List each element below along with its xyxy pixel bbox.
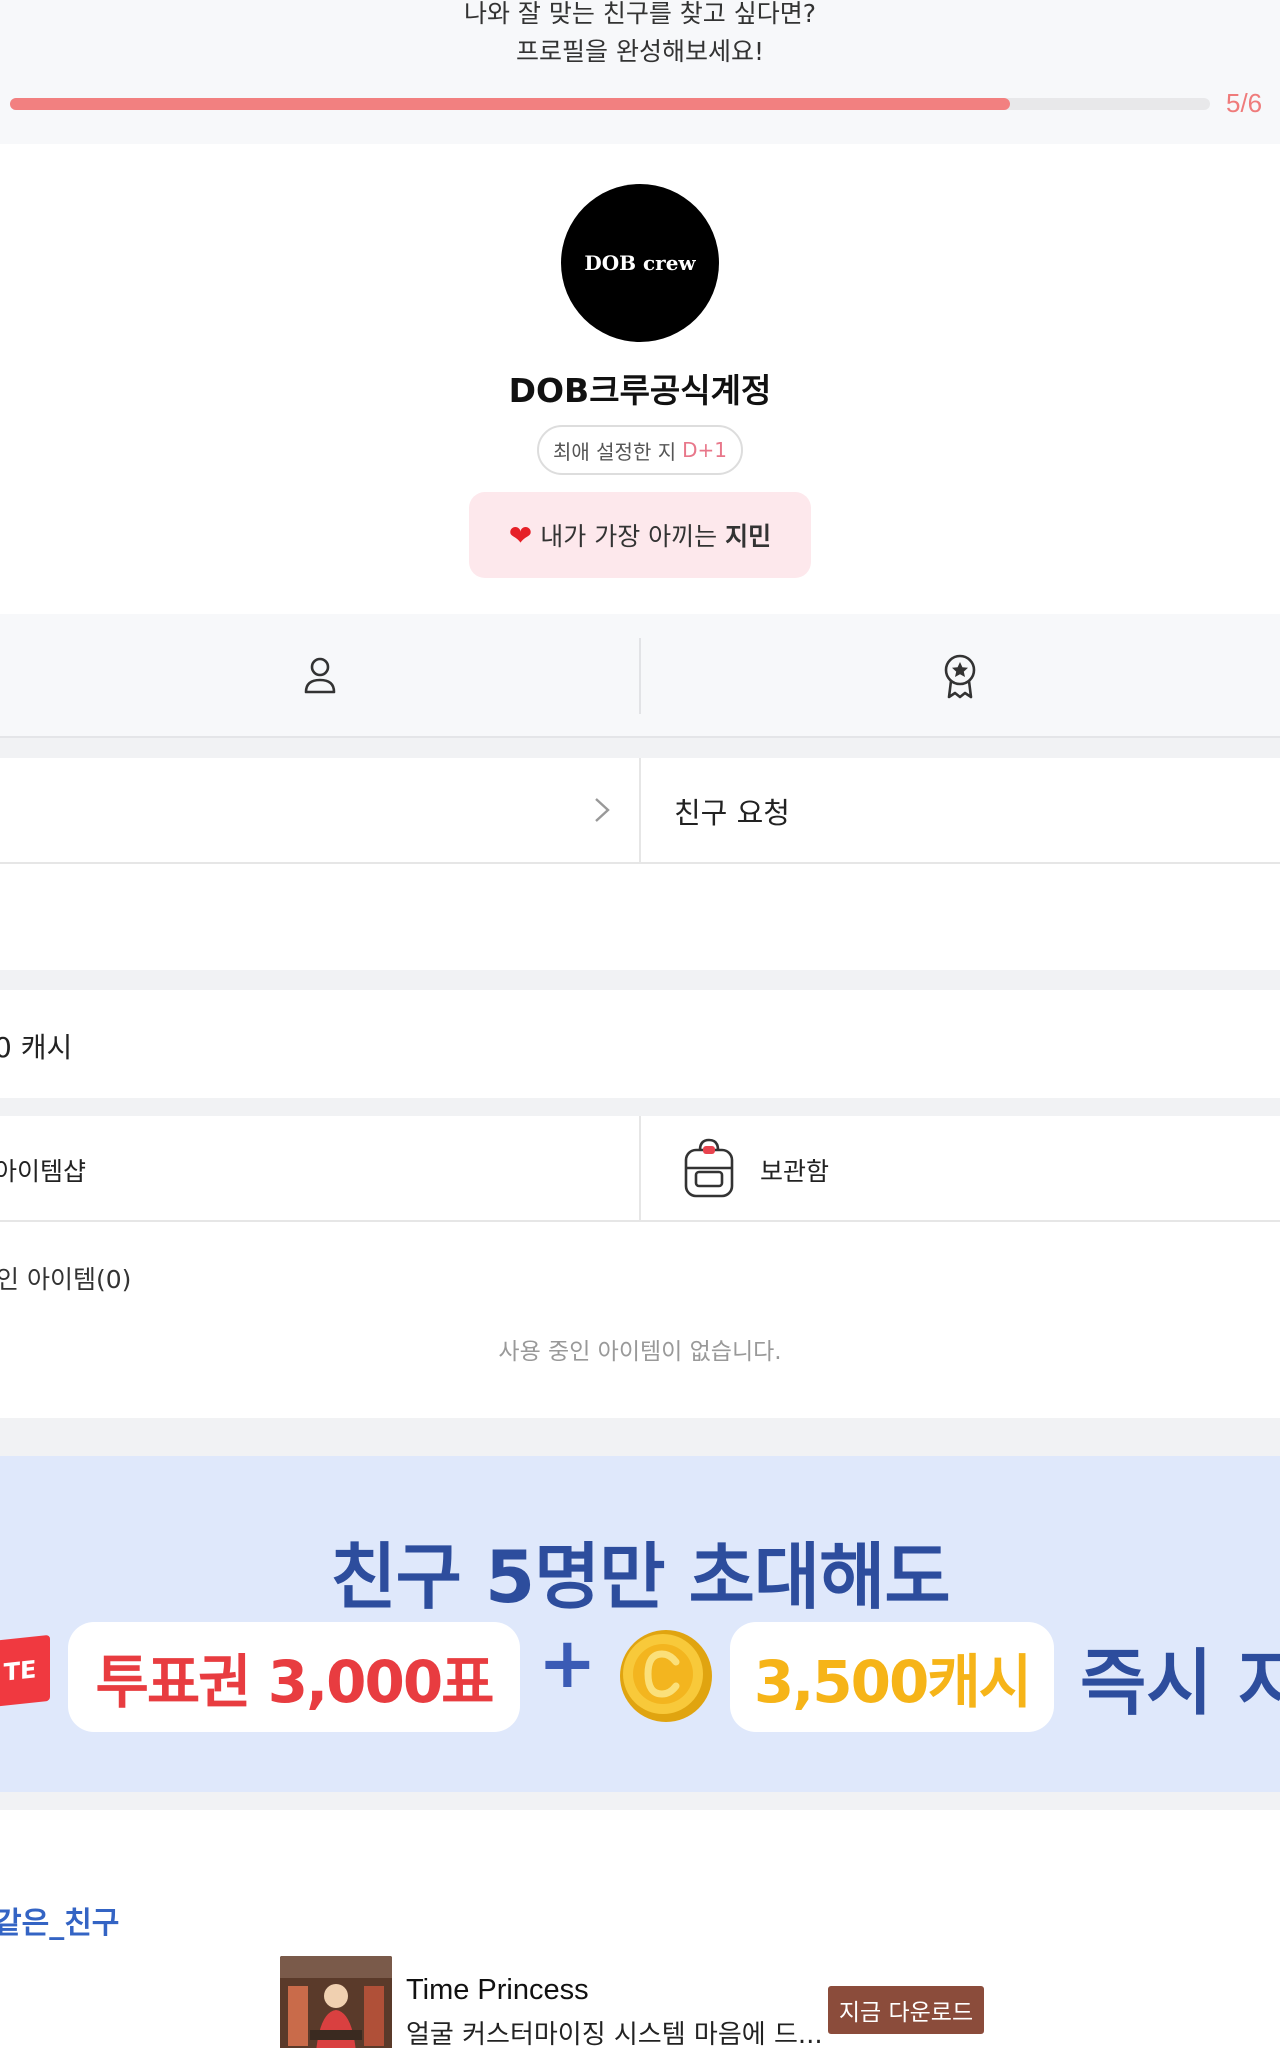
heart-icon: ❤: [508, 518, 533, 552]
chevron-right-icon[interactable]: [590, 796, 614, 824]
download-now-button[interactable]: 지금 다운로드: [828, 1986, 984, 2034]
cash-reward-pill: 3,500캐시: [730, 1622, 1054, 1732]
friend-request-link[interactable]: 친구 요청: [674, 790, 790, 832]
progress-label: 5/6: [1226, 88, 1263, 118]
ad-title[interactable]: Time Princess: [406, 1974, 589, 2007]
dday-value: D+1: [682, 438, 727, 462]
storage-link[interactable]: 보관함: [760, 1152, 829, 1188]
banner-tail-text: 즉시 지: [1080, 1641, 1280, 1725]
progress-fill: [10, 98, 1010, 110]
item-shop-link[interactable]: 아이템샵: [0, 1152, 86, 1188]
tab-profile[interactable]: [0, 614, 640, 738]
ad-thumbnail[interactable]: [280, 1956, 392, 2048]
friends-divider: [639, 758, 641, 862]
coin-icon: [620, 1630, 712, 1722]
avatar[interactable]: DOB crew: [561, 184, 719, 342]
items-divider: [639, 1116, 641, 1220]
completion-prompt-line1: 나와 잘 맞는 친구를 찾고 싶다면?: [463, 0, 816, 28]
in-use-items-heading: 인 아이템(0): [0, 1265, 132, 1294]
items-section: 아이템샵 보관함 인 아이템(0) 사용 중인 아이템이 없습니다.: [0, 1116, 1280, 1418]
plus-sign: +: [538, 1622, 597, 1704]
friends-separator: [0, 862, 1280, 864]
ad-description: 얼굴 커스터마이징 시스템 마음에 드...: [406, 2020, 823, 2048]
vote-ticket-tag: TE: [0, 1634, 50, 1708]
empty-items-message: 사용 중인 아이템이 없습니다.: [498, 1339, 782, 1365]
items-separator: [0, 1220, 1280, 1222]
vote-reward-pill: 투표권 3,000표: [68, 1622, 520, 1732]
bias-prefix: 내가 가장 아끼는: [540, 522, 718, 551]
dday-label: 최애 설정한 지: [552, 439, 677, 464]
cash-section[interactable]: 0 캐시: [0, 990, 1280, 1098]
profile-completion-header: 나와 잘 맞는 친구를 찾고 싶다면? 프로필을 완성해보세요! 5/6: [0, 0, 1280, 144]
completion-prompt-line2: 프로필을 완성해보세요!: [516, 37, 764, 66]
profile-card: DOB crew DOB크루공식계정 최애 설정한 지 D+1 ❤ 내가 가장 …: [0, 144, 1280, 614]
award-badge-icon: [944, 654, 976, 699]
tab-badges[interactable]: [640, 614, 1280, 738]
hashtag-heading[interactable]: 같은_친구: [0, 1898, 119, 1942]
bias-badge[interactable]: ❤ 내가 가장 아끼는 지민: [469, 492, 811, 578]
banner-headline: 친구 5명만 초대해도: [330, 1535, 950, 1619]
person-icon: [304, 657, 336, 694]
invite-friends-banner[interactable]: 친구 5명만 초대해도 TE 투표권 3,000표 + 3,500캐시 즉시 지: [0, 1456, 1280, 1792]
bottom-section: 같은_친구 Time Princess 얼굴 커스터마이징 시스템 마음에 드.…: [0, 1810, 1280, 2048]
bias-name: 지민: [725, 522, 772, 551]
backpack-icon[interactable]: [682, 1136, 736, 1200]
friends-section: 친구 요청: [0, 758, 1280, 970]
profile-tabs: [0, 614, 1280, 738]
cash-balance: 0 캐시: [0, 1031, 73, 1064]
profile-name: DOB크루공식계정: [508, 371, 772, 410]
bias-dday-badge: 최애 설정한 지 D+1: [537, 425, 743, 475]
progress-bar: [10, 98, 1210, 110]
